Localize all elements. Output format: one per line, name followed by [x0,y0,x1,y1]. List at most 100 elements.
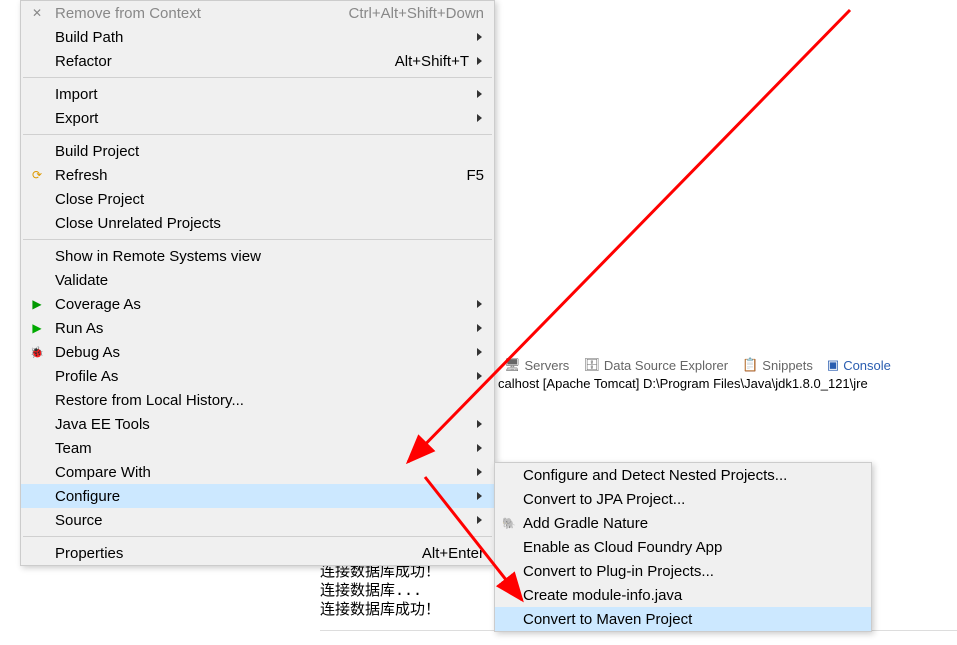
menu-item-coverage-as[interactable]: ▶ Coverage As [21,292,494,316]
chevron-right-icon [477,33,482,41]
menu-label: Add Gradle Nature [523,515,863,532]
menu-label: Profile As [55,368,471,385]
menu-label: Configure [55,488,471,505]
gradle-icon: 🐘 [501,515,517,531]
chevron-right-icon [477,444,482,452]
menu-label: Refactor [55,53,395,70]
menu-item-remove-from-context[interactable]: ✕ Remove from Context Ctrl+Alt+Shift+Dow… [21,1,494,25]
menu-item-refactor[interactable]: Refactor Alt+Shift+T [21,49,494,73]
tab-console[interactable]: ▣ Console [821,355,897,375]
menu-item-validate[interactable]: Validate [21,268,494,292]
menu-label: Properties [55,545,422,562]
menu-item-run-as[interactable]: ▶ Run As [21,316,494,340]
tab-data-source-explorer[interactable]: 🗄 Data Source Explorer [577,355,734,375]
debug-icon: 🐞 [29,344,45,360]
chevron-right-icon [477,468,482,476]
menu-item-export[interactable]: Export [21,106,494,130]
menu-item-import[interactable]: Import [21,82,494,106]
menu-label: Debug As [55,344,471,361]
server-icon: 🖥 [504,357,521,373]
tab-servers[interactable]: 🖥 Servers [498,355,575,375]
menu-label: Enable as Cloud Foundry App [523,539,863,556]
chevron-right-icon [477,324,482,332]
menu-item-refresh[interactable]: ⟳ Refresh F5 [21,163,494,187]
menu-label: Java EE Tools [55,416,471,433]
chevron-right-icon [477,114,482,122]
submenu-item-detect-nested[interactable]: Configure and Detect Nested Projects... [495,463,871,487]
menu-label: Build Path [55,29,471,46]
submenu-item-cloud-foundry[interactable]: Enable as Cloud Foundry App [495,535,871,559]
chevron-right-icon [477,420,482,428]
submenu-item-create-module-info[interactable]: Create module-info.java [495,583,871,607]
menu-label: Close Unrelated Projects [55,215,486,232]
menu-item-properties[interactable]: Properties Alt+Enter [21,541,494,565]
menu-separator [23,134,492,135]
menu-item-close-project[interactable]: Close Project [21,187,494,211]
snippets-icon: 📋 [742,357,758,373]
menu-item-source[interactable]: Source [21,508,494,532]
configure-submenu: Configure and Detect Nested Projects... … [494,462,872,632]
chevron-right-icon [477,57,482,65]
menu-separator [23,77,492,78]
menu-label: Coverage As [55,296,471,313]
menu-item-configure[interactable]: Configure [21,484,494,508]
menu-separator [23,239,492,240]
menu-item-java-ee-tools[interactable]: Java EE Tools [21,412,494,436]
menu-label: Remove from Context [55,5,349,22]
chevron-right-icon [477,300,482,308]
menu-item-debug-as[interactable]: 🐞 Debug As [21,340,494,364]
menu-label: Run As [55,320,471,337]
menu-label: Compare With [55,464,471,481]
menu-separator [23,536,492,537]
tab-label: Data Source Explorer [604,358,728,373]
menu-label: Validate [55,272,486,289]
menu-label: Convert to JPA Project... [523,491,863,508]
menu-label: Build Project [55,143,486,160]
chevron-right-icon [477,90,482,98]
menu-label: Convert to Maven Project [523,611,863,628]
menu-shortcut: Alt+Enter [422,545,484,562]
menu-item-build-project[interactable]: Build Project [21,139,494,163]
menu-item-profile-as[interactable]: Profile As [21,364,494,388]
submenu-item-convert-jpa[interactable]: Convert to JPA Project... [495,487,871,511]
menu-item-compare-with[interactable]: Compare With [21,460,494,484]
submenu-item-add-gradle[interactable]: 🐘 Add Gradle Nature [495,511,871,535]
database-icon: 🗄 [583,357,600,373]
menu-label: Show in Remote Systems view [55,248,486,265]
tab-snippets[interactable]: 📋 Snippets [736,355,819,375]
menu-label: Convert to Plug-in Projects... [523,563,863,580]
menu-label: Import [55,86,471,103]
console-status-line: calhost [Apache Tomcat] D:\Program Files… [498,376,868,391]
menu-item-build-path[interactable]: Build Path [21,25,494,49]
menu-label: Close Project [55,191,486,208]
console-line: 连接数据库... [320,581,440,600]
menu-label: Restore from Local History... [55,392,486,409]
menu-label: Export [55,110,471,127]
menu-shortcut: F5 [466,167,484,184]
menu-label: Create module-info.java [523,587,863,604]
tabs-row: 🖥 Servers 🗄 Data Source Explorer 📋 Snipp… [498,355,897,375]
menu-label: Team [55,440,471,457]
console-line: 连接数据库成功！ [320,600,440,619]
coverage-icon: ▶ [29,296,45,312]
menu-item-team[interactable]: Team [21,436,494,460]
chevron-right-icon [477,372,482,380]
context-menu: ✕ Remove from Context Ctrl+Alt+Shift+Dow… [20,0,495,566]
menu-label: Configure and Detect Nested Projects... [523,467,863,484]
menu-label: Source [55,512,471,529]
menu-shortcut: Alt+Shift+T [395,53,469,70]
console-icon: ▣ [827,357,839,373]
tab-label: Servers [525,358,570,373]
tab-label: Console [843,358,891,373]
chevron-right-icon [477,492,482,500]
chevron-right-icon [477,348,482,356]
menu-item-show-remote[interactable]: Show in Remote Systems view [21,244,494,268]
submenu-item-convert-maven[interactable]: Convert to Maven Project [495,607,871,631]
refresh-icon: ⟳ [29,167,45,183]
run-icon: ▶ [29,320,45,336]
menu-label: Refresh [55,167,466,184]
tab-label: Snippets [762,358,813,373]
submenu-item-convert-plugin[interactable]: Convert to Plug-in Projects... [495,559,871,583]
menu-item-restore-history[interactable]: Restore from Local History... [21,388,494,412]
menu-item-close-unrelated[interactable]: Close Unrelated Projects [21,211,494,235]
